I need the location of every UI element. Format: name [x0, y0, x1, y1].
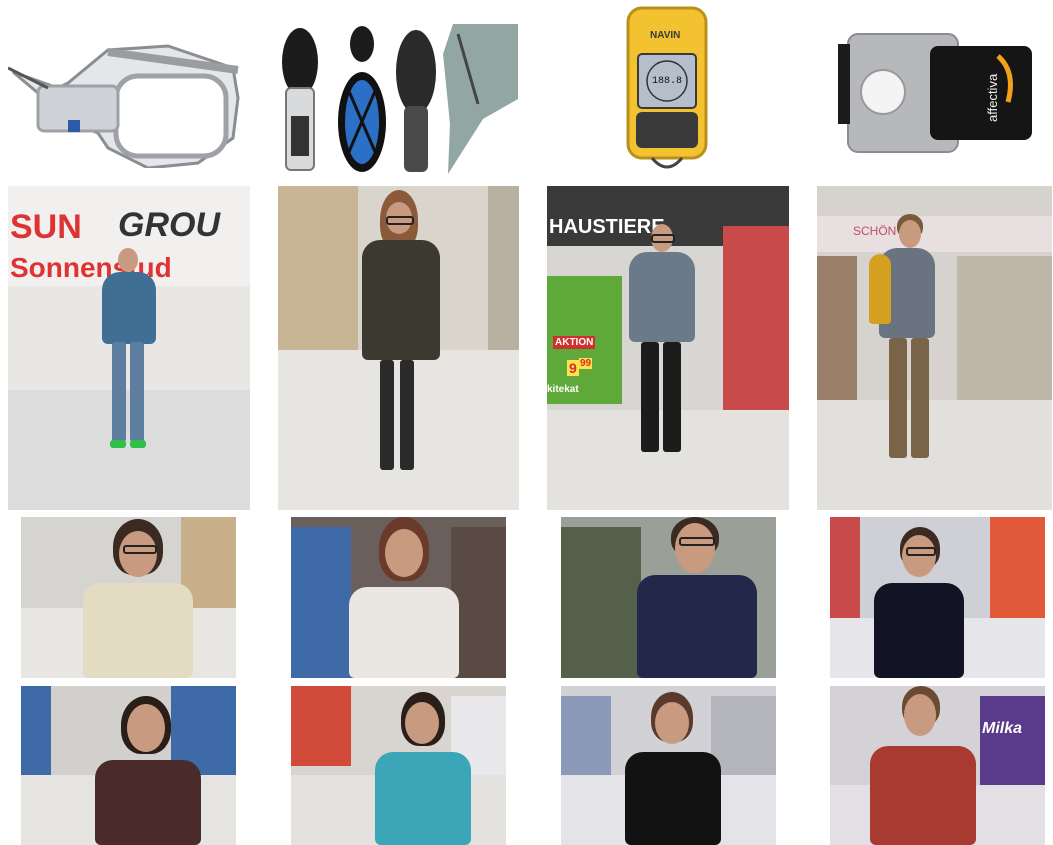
navi-brand-label: NAVIN	[650, 30, 681, 41]
eye-tracking-glasses-photo	[8, 38, 240, 168]
woman-close-up-8	[870, 686, 980, 845]
participant-photo-sungroup: SUN GROU Sonnenstud	[8, 186, 250, 510]
closeup-photo-1	[21, 517, 236, 678]
audio-recorder-photo	[278, 24, 520, 174]
closeup-photo-5	[21, 686, 236, 845]
woman-close-up-6	[375, 692, 475, 845]
woman-close-up-1	[83, 519, 193, 678]
kitekat-label: kitekat	[547, 384, 579, 395]
wrist-sensor-icon	[838, 33, 1032, 153]
participant-photo-schoen: SCHÖN	[817, 186, 1052, 510]
sungroup-sign-group: GROU	[118, 206, 220, 244]
sungroup-sign-sun: SUN	[10, 208, 82, 246]
woman-close-up-3	[637, 517, 757, 678]
closeup-photo-4	[830, 517, 1045, 678]
woman-close-up-7	[623, 692, 723, 845]
closeup-photo-7	[561, 686, 776, 845]
milka-sign: Milka	[982, 720, 1023, 737]
man-with-backpack	[869, 214, 959, 474]
participant-photo-aisle-glasses	[278, 186, 519, 510]
woman-with-eye-tracker	[354, 190, 444, 490]
participant-photo-haustiere: HAUSTIERE AKTION 9 99 kitekat	[547, 186, 789, 510]
woman-with-tablet	[94, 248, 164, 458]
woman-with-clipboard	[623, 224, 703, 460]
affectiva-logo: affectiva	[985, 73, 1000, 122]
closeup-photo-3	[561, 517, 776, 678]
navigation-device-photo: NAVIN 188.8	[626, 6, 708, 176]
aktion-label: AKTION	[553, 336, 596, 349]
woman-close-up-4	[870, 527, 980, 678]
microphone-recorder-icon	[282, 24, 518, 174]
wrist-sensor-photo: affectiva	[838, 32, 1034, 154]
eye-tracking-glasses-icon	[8, 44, 240, 168]
price-tag: 9	[567, 360, 579, 376]
closeup-photo-8: Milka	[830, 686, 1045, 845]
price-tag-cents: 99	[579, 358, 593, 369]
navi-display-readout: 188.8	[652, 76, 683, 87]
closeup-photo-2	[291, 517, 506, 678]
closeup-photo-6	[291, 686, 506, 845]
woman-close-up-2	[349, 517, 459, 678]
woman-close-up-5	[95, 696, 205, 845]
